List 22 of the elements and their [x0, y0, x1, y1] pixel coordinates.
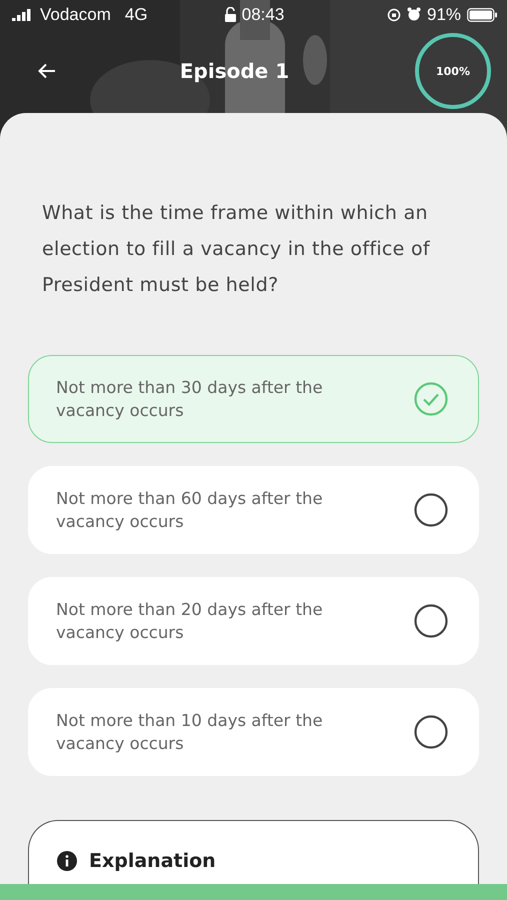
radio-circle-icon — [414, 604, 448, 638]
answer-option[interactable]: Not more than 30 days after the vacancy occurs — [28, 355, 479, 443]
battery-icon — [467, 8, 498, 22]
info-icon — [57, 850, 77, 870]
network-type: 4G — [124, 4, 148, 25]
battery-percent: 91% — [426, 4, 462, 25]
alarm-icon — [406, 7, 421, 22]
explanation-title: Explanation — [89, 850, 216, 872]
question-text: What is the time frame within which an election to fill a vacancy in the office of President must be held? — [42, 201, 431, 298]
rotation-lock-icon — [386, 8, 401, 22]
clock-time: 08:43 — [242, 4, 284, 25]
answer-option[interactable]: Not more than 20 days after the vacancy occurs — [28, 577, 479, 665]
episode-title: Episode 1 — [180, 59, 290, 84]
progress-percent: 100% — [436, 64, 470, 78]
carrier-name: Vodacom — [40, 4, 111, 25]
answer-option[interactable]: Not more than 10 days after the vacancy occurs — [28, 688, 479, 776]
back-arrow-icon[interactable] — [38, 63, 56, 80]
answer-option[interactable]: Not more than 60 days after the vacancy occurs — [28, 466, 479, 554]
check-circle-icon — [414, 382, 448, 416]
radio-circle-icon — [414, 715, 448, 749]
radio-circle-icon — [414, 493, 448, 527]
lock-icon — [224, 7, 236, 22]
